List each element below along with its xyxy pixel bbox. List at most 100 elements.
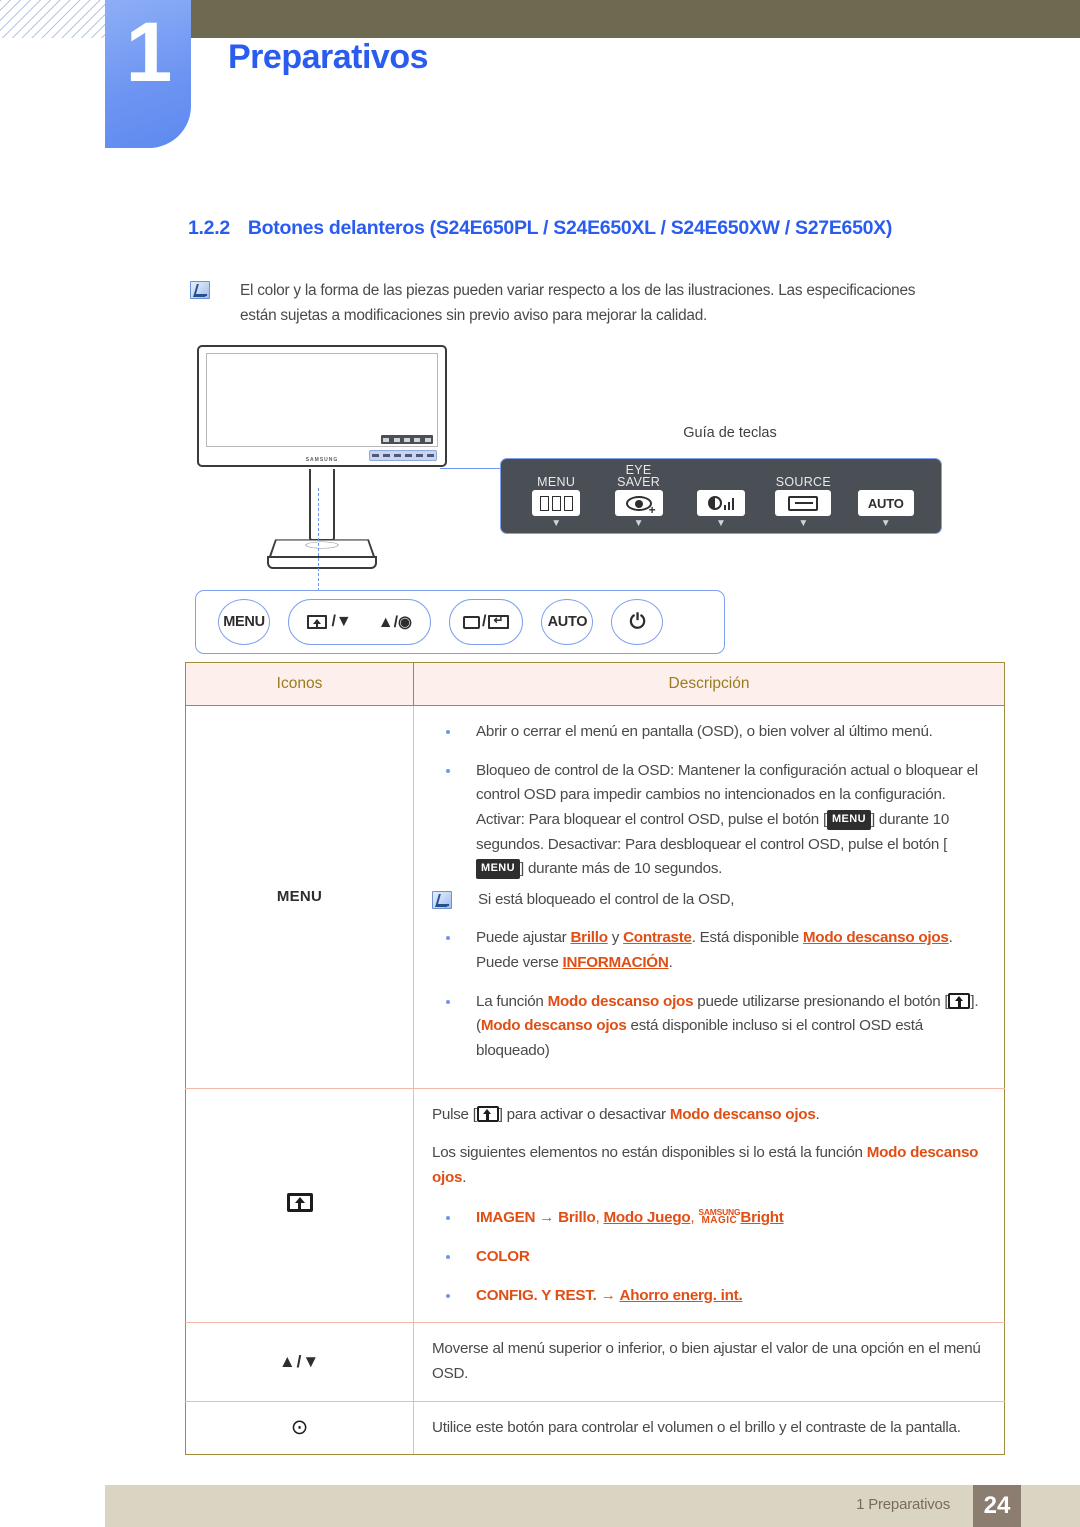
row-description-cell-updown: Moverse al menú superior o inferior, o b… <box>413 1322 1005 1402</box>
footer-label: 1 Preparativos <box>856 1496 950 1513</box>
header-olive-bar <box>190 0 1080 38</box>
monitor-stand-base <box>266 533 378 577</box>
slash-label: / <box>481 613 487 630</box>
list-item: COLOR <box>432 1245 986 1270</box>
icons-description-table: Iconos Descripción MENU Abrir o cerrar e… <box>185 662 1005 1456</box>
eye-saver-icon <box>286 1193 313 1213</box>
leader-line-vertical-dashed <box>318 488 319 596</box>
monitor-stand-neck <box>309 469 335 541</box>
eye-saver-icon <box>307 614 327 629</box>
table-body: MENU Abrir o cerrar el menú en pantalla … <box>185 705 1005 1456</box>
table-row: MENU Abrir o cerrar el menú en pantalla … <box>185 705 1005 1089</box>
auto-icon: AUTO <box>857 490 914 516</box>
row-icon-cell-eye-saver <box>185 1087 414 1324</box>
list-item: CONFIG. Y REST. → Ahorro energ. int. <box>432 1284 986 1309</box>
list-item: IMAGEN → Brillo, Modo Juego, SAMSUNG MAGI… <box>432 1206 986 1231</box>
note-icon <box>432 890 452 909</box>
monitor-front-buttons-strip <box>369 450 437 461</box>
menu-keycap-icon: MENU <box>826 809 871 830</box>
chapter-title: Preparativos <box>228 38 429 76</box>
key-guide-item-brightness[interactable]: ▼ <box>683 488 759 529</box>
key-guide-caption-menu: MENU <box>537 474 576 489</box>
source-icon <box>775 490 832 516</box>
menu-bars-icon <box>532 490 581 516</box>
eye-saver-down-group[interactable]: /▼ <box>307 613 352 631</box>
menu-button[interactable]: MENU <box>218 599 270 645</box>
manual-page: 1 Preparativos 1.2.2 Botones delanteros (… <box>0 0 1080 1527</box>
list-item: Puede ajustar Brillo y Contraste. Está d… <box>432 926 986 975</box>
up-enter-group[interactable]: ▲/◉ <box>378 612 412 632</box>
chevron-down-icon: ▼ <box>633 518 644 529</box>
monitor-bezel: SAMSUNG <box>197 345 447 467</box>
key-guide-item-eye-saver[interactable]: EYE SAVER ▼ <box>601 463 677 530</box>
hatch-decoration <box>0 0 112 38</box>
key-guide-label: Guía de teclas <box>683 425 777 441</box>
link-brillo: Brillo <box>570 929 608 947</box>
chevron-down-icon: ▼ <box>880 518 891 529</box>
source-return-pill[interactable]: / <box>448 599 524 645</box>
term-modo-descanso-ojos: Modo descanso ojos <box>432 1144 979 1186</box>
bullet-list: IMAGEN → Brillo, Modo Juego, SAMSUNG MAGI… <box>432 1206 986 1308</box>
magicbright-icon: SAMSUNG MAGIC <box>698 1206 741 1227</box>
auto-icon-label: AUTO <box>867 495 904 511</box>
chapter-number: 1 <box>125 5 173 99</box>
top-note-line-1: El color y la forma de las piezas pueden… <box>240 282 916 299</box>
menu-modo-juego: Modo Juego <box>603 1209 691 1227</box>
list-item: Bloqueo de control de la OSD: Mantener l… <box>432 759 986 882</box>
inner-note: Si está bloqueado el control de la OSD, … <box>432 888 986 1064</box>
up-down-arrows-icon: ▲/▼ <box>278 1351 321 1371</box>
monitor-base-hole <box>304 541 340 549</box>
chevron-down-icon: ▼ <box>798 518 809 529</box>
table-row: ▲/▼ Moverse al menú superior o inferior,… <box>185 1322 1005 1402</box>
list-item: La función Modo descanso ojos puede util… <box>432 990 986 1064</box>
bullet-list: Abrir o cerrar el menú en pantalla (OSD)… <box>432 720 986 882</box>
table-row: Pulse [] para activar o desactivar Modo … <box>185 1087 1005 1324</box>
row-icon-cell-updown: ▲/▼ <box>185 1322 414 1402</box>
paragraph: Los siguientes elementos no están dispon… <box>432 1144 979 1186</box>
paragraph: Pulse [] para activar o desactivar Modo … <box>432 1105 820 1123</box>
chevron-down-icon: ▼ <box>716 518 726 529</box>
source-icon <box>462 615 480 629</box>
page-number: 24 <box>973 1485 1021 1527</box>
chevron-down-icon: ▼ <box>551 518 562 529</box>
slash-down-label: /▼ <box>331 613 352 630</box>
chapter-tab: 1 <box>105 0 191 148</box>
menu-keycap-icon: MENU <box>476 859 520 879</box>
arrow-icon: → <box>600 1286 616 1304</box>
row-description-cell-enter: Utilice este botón para controlar el vol… <box>413 1400 1005 1456</box>
monitor-base-front <box>267 556 377 569</box>
link-modo-descanso-ojos: Modo descanso ojos <box>802 929 949 947</box>
top-note-text: El color y la forma de las piezas pueden… <box>240 278 916 329</box>
column-header-descripcion: Descripción <box>413 662 1005 706</box>
term-modo-descanso-ojos: Modo descanso ojos <box>669 1105 816 1123</box>
brightness-volume-icon <box>696 490 745 516</box>
top-note: El color y la forma de las piezas pueden… <box>190 278 1005 329</box>
section-heading: 1.2.2 Botones delanteros (S24E650PL / S24… <box>188 217 892 240</box>
auto-button[interactable]: AUTO <box>541 599 594 645</box>
key-guide-panel: MENU ▼ EYE SAVER ▼ ▼ SOURCE <box>500 458 942 534</box>
menu-path-imagen: IMAGEN <box>476 1209 536 1227</box>
eye-saver-icon <box>948 992 971 1009</box>
section-number: 1.2.2 <box>188 217 230 239</box>
eyesaver-down-up-enter-pill[interactable]: /▼ ▲/◉ <box>288 599 431 645</box>
row-icon-cell-menu: MENU <box>185 705 414 1089</box>
key-guide-item-menu[interactable]: MENU ▼ <box>518 474 594 529</box>
key-guide-item-source[interactable]: SOURCE ▼ <box>765 474 841 529</box>
row-icon-cell-enter: ⊙ <box>185 1400 414 1456</box>
key-guide-caption-source: SOURCE <box>775 474 831 489</box>
top-note-line-2: están sujetas a modificaciones sin previ… <box>240 307 708 325</box>
front-buttons-bar: MENU /▼ ▲/◉ / AUTO ⏻ <box>195 590 725 654</box>
term-modo-descanso-ojos: Modo descanso ojos <box>480 1017 627 1035</box>
row-description-cell-eye-saver: Pulse [] para activar o desactivar Modo … <box>413 1087 1005 1324</box>
column-header-iconos: Iconos <box>185 662 414 706</box>
link-informacion: INFORMACIÓN <box>562 954 669 971</box>
menu-config-y-rest: CONFIG. Y REST. <box>476 1286 597 1304</box>
table-row: ⊙ Utilice este botón para controlar el v… <box>185 1400 1005 1456</box>
table-header-row: Iconos Descripción <box>185 662 1005 706</box>
menu-icon-label: MENU <box>276 887 323 905</box>
key-guide-item-auto[interactable]: AUTO ▼ <box>848 488 924 529</box>
enter-dot-icon: ⊙ <box>290 1415 309 1439</box>
arrow-icon: → <box>539 1209 555 1227</box>
power-button[interactable]: ⏻ <box>611 599 664 645</box>
monitor-key-guide-strip <box>381 435 433 444</box>
